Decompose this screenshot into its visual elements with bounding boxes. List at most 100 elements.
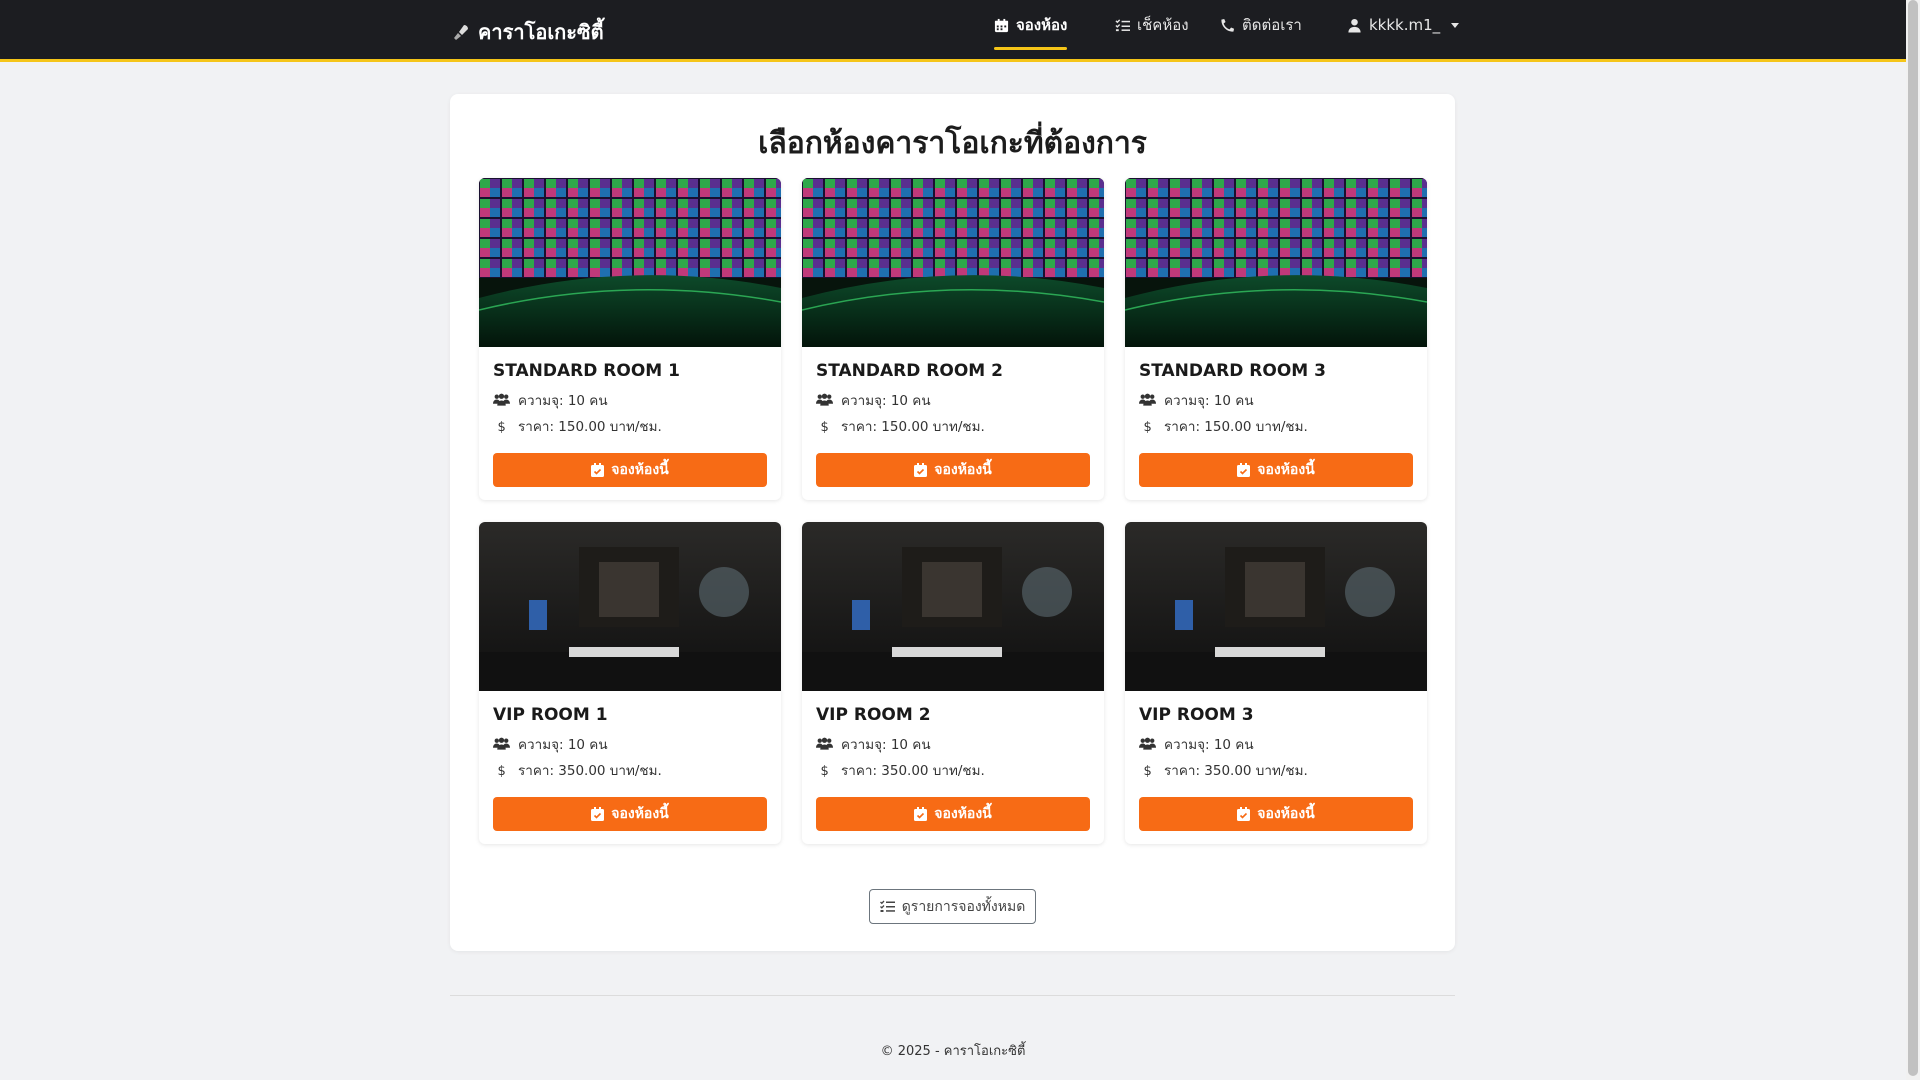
brand-name: คาราโอเกะซิตี้ — [478, 20, 604, 44]
user-name: kkkk.m1_ — [1369, 16, 1441, 34]
dollar-icon: $ — [498, 764, 506, 777]
users-icon — [1139, 737, 1156, 750]
room-capacity-text: ความจุ: 10 คน — [1164, 737, 1254, 753]
room-price: $ ราคา: 350.00 บาท/ชม. — [1139, 759, 1308, 781]
room-capacity: ความจุ: 10 คน — [493, 389, 608, 411]
room-capacity-text: ความจุ: 10 คน — [518, 393, 608, 409]
room-price: $ ราคา: 350.00 บาท/ชม. — [816, 759, 985, 781]
svg-text:$: $ — [498, 420, 506, 433]
user-menu[interactable]: kkkk.m1_ — [1347, 0, 1460, 50]
svg-text:$: $ — [1144, 764, 1152, 777]
room-price: $ ราคา: 150.00 บาท/ชม. — [816, 415, 985, 437]
calendar-check-icon — [591, 807, 605, 821]
room-card: VIP ROOM 3 ความจุ: 10 คน $ ราคา: 350.00 … — [1125, 522, 1427, 844]
nav-check-room-label: เช็คห้อง — [1137, 16, 1189, 34]
room-price-text: ราคา: 150.00 บาท/ชม. — [841, 419, 985, 435]
room-photo — [479, 522, 781, 691]
book-room-label: จองห้องนี้ — [1257, 806, 1315, 822]
room-capacity: ความจุ: 10 คน — [816, 733, 931, 755]
room-capacity-text: ความจุ: 10 คน — [518, 737, 608, 753]
scrollbar-thumb[interactable] — [1908, 0, 1918, 1076]
room-photo — [802, 178, 1104, 347]
calendar-check-icon — [591, 463, 605, 477]
room-price-text: ราคา: 350.00 บาท/ชม. — [841, 763, 985, 779]
dollar-icon: $ — [821, 420, 829, 433]
room-capacity: ความจุ: 10 คน — [493, 733, 608, 755]
room-card: VIP ROOM 1 ความจุ: 10 คน $ ราคา: 350.00 … — [479, 522, 781, 844]
book-room-button[interactable]: จองห้องนี้ — [816, 797, 1090, 831]
room-card: STANDARD ROOM 1 ความจุ: 10 คน $ ราคา: 15… — [479, 178, 781, 500]
calendar-icon — [994, 18, 1009, 32]
users-icon — [493, 393, 510, 406]
svg-text:$: $ — [821, 420, 829, 433]
nav-contact[interactable]: ติดต่อเรา — [1220, 0, 1302, 50]
users-icon — [816, 737, 833, 750]
room-name: VIP ROOM 2 — [816, 705, 931, 725]
svg-text:$: $ — [498, 764, 506, 777]
room-price: $ ราคา: 150.00 บาท/ชม. — [1139, 415, 1308, 437]
phone-icon — [1221, 18, 1235, 32]
room-card: VIP ROOM 2 ความจุ: 10 คน $ ราคา: 350.00 … — [802, 522, 1104, 844]
room-price-text: ราคา: 150.00 บาท/ชม. — [1164, 419, 1308, 435]
book-room-label: จองห้องนี้ — [934, 462, 992, 478]
svg-text:$: $ — [821, 764, 829, 777]
book-room-label: จองห้องนี้ — [934, 806, 992, 822]
room-selection-card: เลือกห้องคาราโอเกะที่ต้องการ STANDARD RO… — [450, 94, 1455, 951]
book-room-button[interactable]: จองห้องนี้ — [493, 797, 767, 831]
book-room-button[interactable]: จองห้องนี้ — [1139, 453, 1413, 487]
vertical-scrollbar[interactable] — [1906, 0, 1920, 1080]
nav-check-room[interactable]: เช็คห้อง — [1115, 0, 1189, 50]
room-name: STANDARD ROOM 1 — [493, 361, 680, 381]
room-capacity: ความจุ: 10 คน — [1139, 733, 1254, 755]
room-price-text: ราคา: 350.00 บาท/ชม. — [1164, 763, 1308, 779]
book-room-button[interactable]: จองห้องนี้ — [1139, 797, 1413, 831]
nav-contact-label: ติดต่อเรา — [1242, 16, 1302, 34]
room-photo — [1125, 522, 1427, 691]
room-price: $ ราคา: 150.00 บาท/ชม. — [493, 415, 662, 437]
book-room-label: จองห้องนี้ — [1257, 462, 1315, 478]
view-all-bookings-button[interactable]: ดูรายการจองทั้งหมด — [869, 889, 1036, 924]
room-price-text: ราคา: 350.00 บาท/ชม. — [518, 763, 662, 779]
calendar-check-icon — [914, 807, 928, 821]
room-price: $ ราคา: 350.00 บาท/ชม. — [493, 759, 662, 781]
book-room-label: จองห้องนี้ — [611, 462, 669, 478]
calendar-check-icon — [1237, 807, 1251, 821]
calendar-check-icon — [914, 463, 928, 477]
brand-logo[interactable]: คาราโอเกะซิตี้ — [454, 16, 604, 48]
room-name: STANDARD ROOM 3 — [1139, 361, 1326, 381]
room-photo — [1125, 178, 1427, 347]
page-title: เลือกห้องคาราโอเกะที่ต้องการ — [758, 126, 1147, 161]
chevron-down-icon — [1451, 22, 1460, 28]
microphone-icon — [454, 25, 468, 40]
room-capacity-text: ความจุ: 10 คน — [841, 393, 931, 409]
book-room-button[interactable]: จองห้องนี้ — [816, 453, 1090, 487]
users-icon — [816, 393, 833, 406]
room-name: VIP ROOM 3 — [1139, 705, 1254, 725]
room-price-text: ราคา: 150.00 บาท/ชม. — [518, 419, 662, 435]
dollar-icon: $ — [821, 764, 829, 777]
room-name: STANDARD ROOM 2 — [816, 361, 1003, 381]
room-photo — [802, 522, 1104, 691]
svg-text:$: $ — [1144, 420, 1152, 433]
user-icon — [1348, 18, 1361, 33]
book-room-label: จองห้องนี้ — [611, 806, 669, 822]
room-capacity: ความจุ: 10 คน — [816, 389, 931, 411]
list-check-icon — [879, 900, 895, 912]
room-capacity-text: ความจุ: 10 คน — [1164, 393, 1254, 409]
nav-book-room[interactable]: จองห้อง — [994, 0, 1068, 50]
footer-copyright: © 2025 - คาราโอเกะซิตี้ — [880, 1044, 1026, 1059]
footer: © 2025 - คาราโอเกะซิตี้ — [0, 1040, 1906, 1061]
dollar-icon: $ — [498, 420, 506, 433]
nav-book-room-label: จองห้อง — [1016, 16, 1068, 34]
book-room-button[interactable]: จองห้องนี้ — [493, 453, 767, 487]
dollar-icon: $ — [1144, 764, 1152, 777]
checklist-icon — [1115, 18, 1130, 31]
dollar-icon: $ — [1144, 420, 1152, 433]
users-icon — [1139, 393, 1156, 406]
view-all-bookings-label: ดูรายการจองทั้งหมด — [901, 898, 1026, 915]
room-card: STANDARD ROOM 3 ความจุ: 10 คน $ ราคา: 15… — [1125, 178, 1427, 500]
room-name: VIP ROOM 1 — [493, 705, 608, 725]
footer-divider — [450, 995, 1455, 996]
room-capacity: ความจุ: 10 คน — [1139, 389, 1254, 411]
room-photo — [479, 178, 781, 347]
